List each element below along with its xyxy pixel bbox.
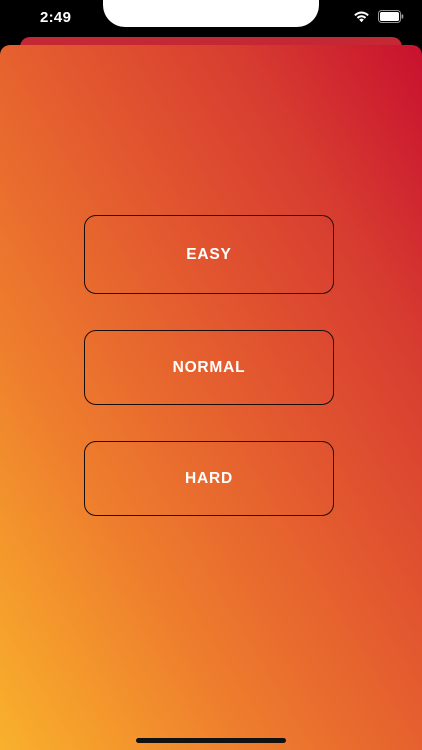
phone-screen: 2:49 EASY NORMAL HARD (0, 0, 422, 750)
normal-button-label: NORMAL (172, 358, 246, 376)
status-icons (353, 10, 404, 23)
normal-button[interactable]: NORMAL (84, 330, 334, 405)
hard-button-label: HARD (185, 469, 233, 487)
easy-button-label: EASY (186, 245, 232, 263)
easy-button[interactable]: EASY (84, 215, 334, 294)
hard-button[interactable]: HARD (84, 441, 334, 516)
home-indicator[interactable] (136, 738, 286, 743)
difficulty-sheet: EASY NORMAL HARD (0, 45, 422, 750)
notch (103, 0, 319, 27)
wifi-icon (353, 10, 370, 23)
status-time: 2:49 (40, 9, 72, 26)
battery-icon (378, 10, 404, 23)
status-bar: 2:49 (0, 0, 422, 36)
